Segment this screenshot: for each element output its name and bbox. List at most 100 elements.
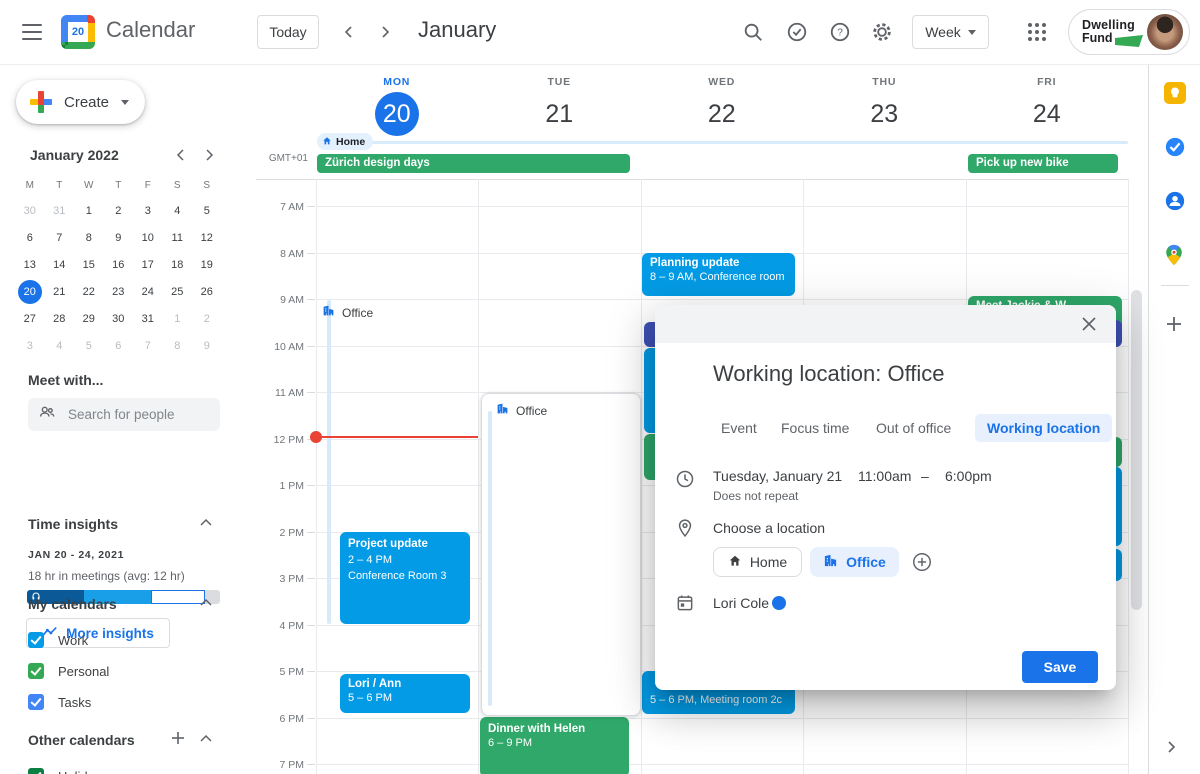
calendar-item-personal[interactable]: Personal (28, 661, 109, 681)
next-period-icon[interactable] (374, 21, 396, 43)
allday-event-bike[interactable]: Pick up new bike (968, 154, 1118, 173)
mini-calendar-day[interactable]: 14 (45, 252, 75, 279)
mini-calendar-day[interactable]: 17 (133, 252, 163, 279)
add-location-icon[interactable] (911, 551, 933, 573)
google-apps-icon[interactable] (1026, 21, 1048, 43)
event-planning-update[interactable]: Planning update 8 – 9 AM, Conference roo… (642, 253, 795, 296)
work-checkbox[interactable] (28, 632, 44, 648)
mini-calendar-day[interactable]: 9 (104, 225, 134, 252)
mini-calendar-day[interactable]: 8 (163, 333, 193, 360)
mini-calendar-day[interactable]: 31 (133, 306, 163, 333)
search-icon[interactable] (740, 19, 766, 45)
mini-calendar-day[interactable]: 4 (45, 333, 75, 360)
calendar-logo-icon[interactable]: 20 (61, 15, 95, 49)
mini-calendar-day[interactable]: 20 (15, 279, 45, 306)
mini-calendar-prev-icon[interactable] (172, 146, 190, 164)
mini-calendar-day[interactable]: 7 (133, 333, 163, 360)
mini-calendar-day[interactable]: 6 (104, 333, 134, 360)
working-location-chip-tuesday[interactable]: Office (496, 402, 547, 420)
dialog-drag-handle[interactable] (655, 305, 1116, 343)
mini-calendar-day[interactable]: 30 (104, 306, 134, 333)
tab-working-location[interactable]: Working location (975, 414, 1112, 442)
create-button[interactable]: Create (16, 80, 145, 124)
main-menu-icon[interactable] (22, 24, 42, 40)
search-people-box[interactable] (28, 398, 220, 431)
working-location-chip-monday[interactable]: Office (322, 304, 373, 322)
settings-gear-icon[interactable] (869, 19, 895, 45)
help-icon[interactable]: ? (827, 19, 853, 45)
home-location-chip[interactable]: Home (317, 133, 373, 150)
keep-icon[interactable] (1164, 82, 1186, 104)
collapse-section-icon[interactable] (200, 596, 216, 612)
mini-calendar-day[interactable]: 2 (104, 198, 134, 225)
mini-calendar-day[interactable]: 19 (192, 252, 222, 279)
mini-calendar-day[interactable]: 21 (45, 279, 75, 306)
day-number[interactable]: 21 (537, 92, 581, 136)
maps-icon[interactable] (1164, 244, 1186, 266)
holidays-checkbox[interactable] (28, 768, 44, 774)
mini-calendar-day[interactable]: 13 (15, 252, 45, 279)
mini-calendar-day[interactable]: 24 (133, 279, 163, 306)
dialog-date[interactable]: Tuesday, January 21 (713, 468, 842, 484)
tab-out-of-office[interactable]: Out of office (876, 414, 951, 442)
mini-calendar-day[interactable]: 10 (133, 225, 163, 252)
event-project-update[interactable]: Project update 2 – 4 PM Conference Room … (340, 532, 470, 624)
home-option-button[interactable]: Home (713, 547, 802, 577)
collapse-section-icon[interactable] (200, 732, 216, 748)
user-avatar[interactable] (1147, 14, 1183, 50)
get-addons-icon[interactable] (1164, 314, 1186, 336)
expand-panel-icon[interactable] (1164, 740, 1186, 762)
mini-calendar-day[interactable]: 29 (74, 306, 104, 333)
mini-calendar-day[interactable]: 11 (163, 225, 193, 252)
previous-period-icon[interactable] (338, 21, 360, 43)
add-calendar-icon[interactable] (170, 730, 188, 748)
event-dinner-with-helen[interactable]: Dinner with Helen 6 – 9 PM (480, 717, 629, 774)
mini-calendar-day[interactable]: 1 (163, 306, 193, 333)
allday-event-zurich[interactable]: Zürich design days (317, 154, 630, 173)
vertical-scrollbar[interactable] (1131, 290, 1142, 610)
mini-calendar-day[interactable]: 3 (133, 198, 163, 225)
search-people-input[interactable] (66, 406, 200, 423)
mini-calendar-next-icon[interactable] (200, 146, 218, 164)
mini-calendar-day[interactable]: 5 (192, 198, 222, 225)
office-option-button[interactable]: Office (810, 547, 899, 577)
day-number[interactable]: 22 (700, 92, 744, 136)
mini-calendar-day[interactable]: 4 (163, 198, 193, 225)
tab-focus-time[interactable]: Focus time (781, 414, 849, 442)
mini-calendar-day[interactable]: 31 (45, 198, 75, 225)
day-number[interactable]: 23 (862, 92, 906, 136)
mini-calendar-day[interactable]: 27 (15, 306, 45, 333)
mini-calendar-day[interactable]: 3 (15, 333, 45, 360)
mini-calendar-day[interactable]: 25 (163, 279, 193, 306)
day-number[interactable]: 24 (1025, 92, 1069, 136)
google-tasks-icon[interactable] (1164, 136, 1186, 158)
dialog-start-time[interactable]: 11:00am (858, 468, 911, 484)
day-number[interactable]: 20 (375, 92, 419, 136)
mini-calendar-day[interactable]: 15 (74, 252, 104, 279)
mini-calendar-day[interactable]: 28 (45, 306, 75, 333)
mini-calendar-day[interactable]: 1 (74, 198, 104, 225)
check-circle-icon[interactable] (784, 19, 810, 45)
event-lori-ann[interactable]: Lori / Ann 5 – 6 PM (340, 674, 470, 713)
contacts-icon[interactable] (1164, 190, 1186, 212)
close-icon[interactable] (1080, 315, 1098, 333)
save-button[interactable]: Save (1022, 651, 1098, 683)
mini-calendar-day[interactable]: 23 (104, 279, 134, 306)
today-button[interactable]: Today (257, 15, 319, 49)
calendar-color-dot[interactable] (772, 596, 786, 610)
mini-calendar-day[interactable]: 2 (192, 306, 222, 333)
working-location-card-tuesday[interactable]: Office (481, 393, 641, 716)
collapse-section-icon[interactable] (200, 516, 216, 532)
mini-calendar-day[interactable]: 26 (192, 279, 222, 306)
dialog-recurrence[interactable]: Does not repeat (713, 489, 798, 503)
mini-calendar-day[interactable]: 18 (163, 252, 193, 279)
mini-calendar-day[interactable]: 12 (192, 225, 222, 252)
view-selector-dropdown[interactable]: Week (912, 15, 989, 49)
mini-calendar-day[interactable]: 5 (74, 333, 104, 360)
mini-calendar-day[interactable]: 22 (74, 279, 104, 306)
mini-calendar-day[interactable]: 6 (15, 225, 45, 252)
tasks-checkbox[interactable] (28, 694, 44, 710)
mini-calendar-day[interactable]: 8 (74, 225, 104, 252)
calendar-item-work[interactable]: Work (28, 630, 88, 650)
calendar-item-tasks[interactable]: Tasks (28, 692, 91, 712)
